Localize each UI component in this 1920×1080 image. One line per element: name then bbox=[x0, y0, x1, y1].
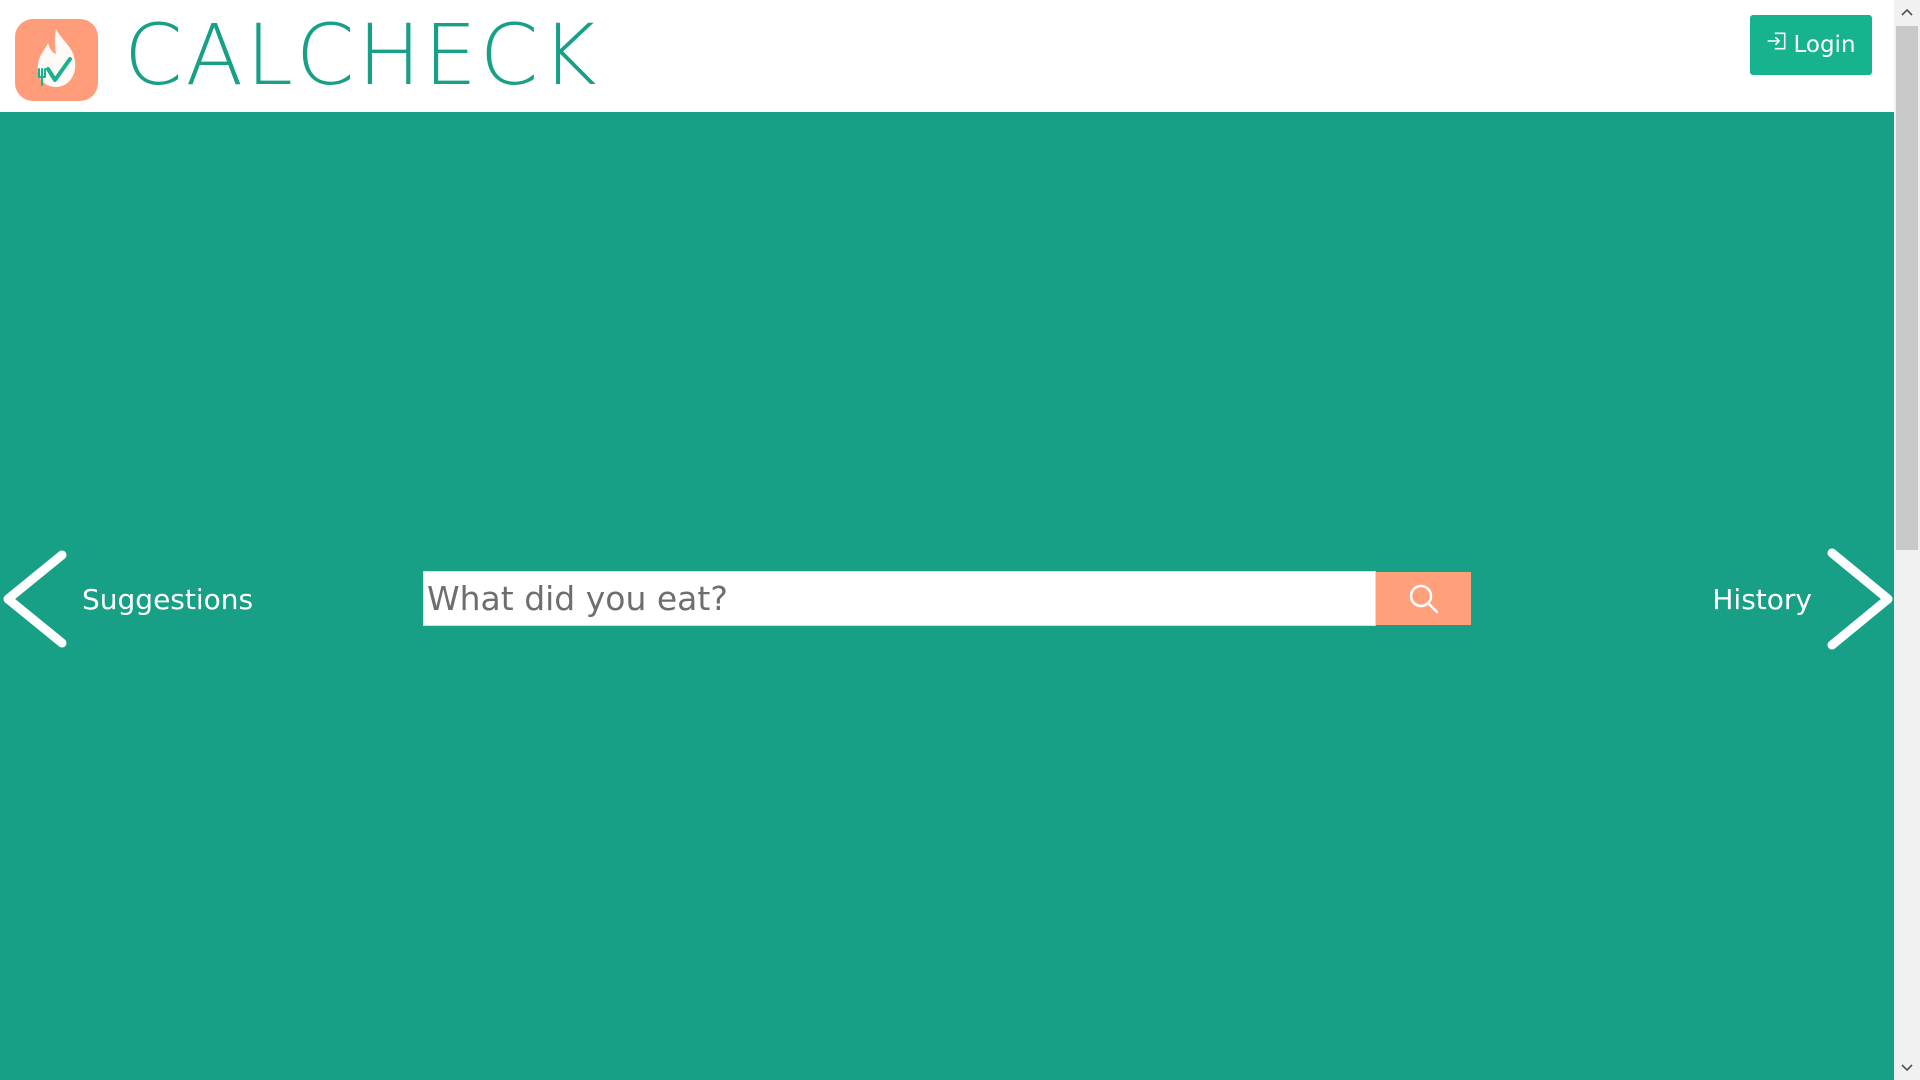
chevron-down-icon bbox=[1901, 1064, 1913, 1072]
suggestions-label: Suggestions bbox=[82, 582, 254, 616]
chevron-right-icon bbox=[1827, 548, 1893, 650]
app-header: CALCHECK Login bbox=[0, 0, 1894, 112]
page: CALCHECK Login Suggestions What did you … bbox=[0, 0, 1920, 1080]
main-area: Suggestions History bbox=[0, 112, 1894, 1080]
search-icon bbox=[1409, 584, 1438, 613]
sign-in-icon bbox=[1767, 32, 1786, 50]
brand-title[interactable]: CALCHECK bbox=[124, 10, 600, 100]
scroll-down-button[interactable] bbox=[1894, 1056, 1920, 1080]
flame-check-icon[interactable] bbox=[15, 19, 98, 101]
search-button[interactable] bbox=[1376, 572, 1471, 625]
history-nav[interactable]: History bbox=[1712, 544, 1894, 654]
suggestions-nav[interactable]: Suggestions bbox=[0, 544, 253, 654]
search-bar bbox=[423, 571, 1471, 626]
search-input[interactable] bbox=[423, 571, 1376, 626]
scroll-up-button[interactable] bbox=[1894, 0, 1920, 24]
login-button[interactable]: Login bbox=[1750, 15, 1872, 75]
chevron-left-icon bbox=[3, 550, 67, 648]
chevron-up-icon bbox=[1901, 8, 1913, 16]
history-label: History bbox=[1712, 582, 1812, 616]
scrollbar-thumb[interactable] bbox=[1896, 26, 1918, 550]
login-label: Login bbox=[1793, 32, 1856, 58]
vertical-scrollbar[interactable] bbox=[1894, 0, 1920, 1080]
